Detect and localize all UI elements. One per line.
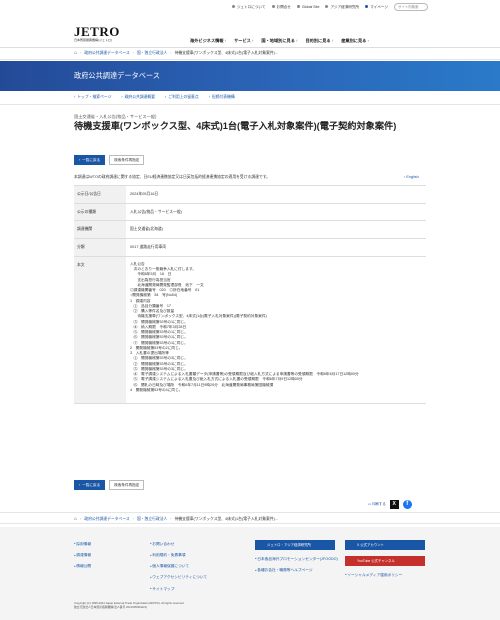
nav-services[interactable]: サービス [234, 38, 253, 43]
banner-title: 政府公共調達データベース [74, 71, 160, 80]
body-text: 入札公告 次のとおり一般競争入札に付します。 令和6年5月 16 日 支出負担行… [130, 261, 359, 392]
subnav-overview[interactable]: 政府公共調達概要 [121, 95, 155, 100]
about-link[interactable]: ジェトロについて [231, 5, 266, 9]
footer-link-sitemap[interactable]: サイトマップ [150, 587, 207, 592]
row-label: 公示日/公告日 [74, 185, 126, 204]
top-button-row: ‹ 一覧に戻る 検索条件再指定 [74, 155, 145, 165]
row-value: 2024年05月16日 [126, 185, 426, 204]
row-value: 入札公告(物品・サービス一般) [126, 202, 426, 222]
breadcrumb-agency[interactable]: 国・独立行政法人 [137, 517, 167, 522]
subnav-notes[interactable]: ご利用上の留意点 [165, 95, 198, 100]
copyright: Copyright (C) 1995-2024 Japan External T… [74, 601, 185, 609]
footer-x-account-button[interactable]: X 公式アカウント [345, 540, 425, 550]
notice-category: 国土交通省・入札公告(物品・サービス一般) [74, 114, 157, 119]
page-title: 待機支援車(ワンボックス型、4床式)1台(電子入札対象案件)(電子契約対象案件) [74, 121, 397, 131]
section-banner: 政府公共調達データベース [0, 61, 500, 91]
back-to-list-button[interactable]: ‹ 一覧に戻る [74, 155, 106, 165]
footer-link-accessibility[interactable]: ウェブアクセシビリティについて [150, 575, 207, 580]
share-row: ▭ 印刷する X f [368, 500, 412, 509]
breadcrumb-bottom: ⌂ › 政府公共調達データベース › 国・独立行政法人 › 待機支援車(ワンボッ… [0, 512, 500, 524]
subnav-top-search[interactable]: トップ・検索ページ [74, 95, 111, 100]
footer-link-help[interactable]: 各種お会社・職務等ヘルプページ [255, 568, 345, 573]
subnav-appendix[interactable]: 但締付表機構 [209, 95, 235, 100]
site-search-input[interactable]: サイト内検索 [394, 3, 428, 11]
site-header: JETRO 日本貿易振興機構(ジェトロ) 海外ビジネス情報 サービス 国・地域別… [0, 14, 500, 48]
mail-icon [271, 5, 275, 9]
table-row: 公示の種類 入札公告(物品・サービス一般) [74, 202, 426, 222]
row-value: 0017 道路走行用車両 [126, 238, 426, 257]
nav-by-purpose[interactable]: 目的別に見る [305, 38, 333, 43]
breadcrumb-current: 待機支援車(ワンボックス型、4床式)1台(電子入札対象案件)... [174, 51, 279, 56]
contact-link[interactable]: お問合せ [271, 5, 291, 9]
back-to-list-button-bottom[interactable]: ‹ 一覧に戻る [74, 480, 106, 490]
breadcrumb-separator: › [170, 51, 172, 56]
search-conditions-button[interactable]: 検索条件再指定 [109, 155, 145, 165]
footer-link-procurement[interactable]: 調達情報 [74, 553, 91, 558]
x-share-icon[interactable]: X [389, 500, 399, 509]
print-link[interactable]: ▭ 印刷する [368, 502, 386, 506]
globe-icon [296, 5, 300, 9]
wto-note: 本調達はWTOの政府調達に関する協定、日EU経済連携協定又は日英包括的経済連携協… [74, 175, 270, 179]
footer-link-recruit[interactable]: 採用情報 [74, 542, 91, 547]
nav-by-industry[interactable]: 産業別に見る [341, 38, 369, 43]
facebook-share-icon[interactable]: f [402, 500, 412, 509]
breadcrumb-current: 待機支援車(ワンボックス型、4床式)1台(電子入札対象案件)... [174, 516, 279, 521]
footer-link-disclosure[interactable]: 情報公開 [74, 564, 91, 569]
row-label: 分類 [74, 238, 126, 257]
footer-col-1: 採用情報 調達情報 情報公開 [74, 542, 91, 569]
nav-by-country[interactable]: 国・地域別に見る [261, 38, 297, 43]
footer-link-privacy[interactable]: 個人情報保護について [150, 564, 207, 569]
footer-link-social-policy[interactable]: ソーシャルメディア運用ポリシー [345, 573, 402, 578]
breadcrumb-database[interactable]: 政府公共調達データベース [84, 517, 129, 522]
site-footer: 採用情報 調達情報 情報公開 お問い合わせ 利用規約・免責事項 個人情報保護につ… [0, 527, 500, 620]
breadcrumb-separator: › [132, 516, 134, 521]
table-row: 分類 0017 道路走行用車両 [74, 238, 426, 257]
breadcrumb-separator: › [80, 51, 82, 56]
section-subnav: トップ・検索ページ 政府公共調達概要 ご利用上の留意点 但締付表機構 [0, 91, 500, 105]
breadcrumb-separator: › [80, 516, 82, 521]
nav-overseas-business[interactable]: 海外ビジネス情報 [190, 38, 226, 43]
utility-bar: ジェトロについて お問合せ Global Site アジア経済研究所 マイページ… [0, 0, 500, 14]
ide-link[interactable]: アジア経済研究所 [325, 5, 359, 9]
info-icon [231, 5, 235, 9]
home-icon[interactable]: ⌂ [74, 50, 77, 56]
table-row: 本文 入札公告 次のとおり一般競争入札に付します。 令和6年5月 16 日 支出… [74, 255, 426, 405]
footer-ide-button[interactable]: ジェトロ・アジア経済研究所 [255, 540, 335, 550]
home-icon[interactable]: ⌂ [74, 516, 77, 522]
breadcrumb-agency[interactable]: 国・独立行政法人 [137, 51, 167, 56]
footer-col-3: 日本食品海外プロモーションセンター(JFOODO) 各種お会社・職務等ヘルプペー… [255, 557, 345, 573]
search-conditions-button-bottom[interactable]: 検索条件再指定 [109, 480, 145, 490]
row-label: 調達機関 [74, 220, 126, 240]
bottom-button-row: ‹ 一覧に戻る 検索条件再指定 [74, 480, 145, 490]
breadcrumb: ⌂ › 政府公共調達データベース › 国・独立行政法人 › 待機支援車(ワンボッ… [0, 48, 500, 60]
table-row: 公示日/公告日 2024年05月16日 [74, 185, 426, 204]
footer-link-jfoodo[interactable]: 日本食品海外プロモーションセンター(JFOODO) [255, 557, 345, 562]
row-label: 公示の種類 [74, 202, 126, 222]
chevron-left-icon: ‹ [79, 483, 81, 487]
english-link[interactable]: English [404, 175, 418, 180]
main-nav: 海外ビジネス情報 サービス 国・地域別に見る 目的別に見る 産業別に見る [190, 38, 369, 43]
breadcrumb-separator: › [132, 51, 134, 56]
footer-col-2: お問い合わせ 利用規約・免責事項 個人情報保護について ウェブアクセシビリティに… [150, 542, 207, 591]
footer-link-contact[interactable]: お問い合わせ [150, 542, 207, 547]
row-value: 国土交通省(北海道) [126, 220, 426, 240]
mypage-link[interactable]: マイページ [365, 5, 388, 9]
footer-link-terms[interactable]: 利用規約・免責事項 [150, 553, 207, 558]
breadcrumb-database[interactable]: 政府公共調達データベース [84, 51, 129, 56]
building-icon [325, 5, 329, 9]
footer-col-4: ソーシャルメディア運用ポリシー [345, 573, 402, 578]
footer-youtube-button[interactable]: YouTube 公式チャンネル [345, 556, 425, 566]
breadcrumb-separator: › [170, 516, 172, 521]
jetro-logo[interactable]: JETRO 日本貿易振興機構(ジェトロ) [74, 25, 120, 43]
chevron-left-icon: ‹ [79, 158, 81, 162]
table-row: 調達機関 国土交通省(北海道) [74, 220, 426, 240]
detail-table: 公示日/公告日 2024年05月16日 公示の種類 入札公告(物品・サービス一般… [74, 185, 426, 405]
global-site-link[interactable]: Global Site [296, 5, 319, 9]
body-label: 本文 [74, 255, 126, 405]
user-icon [365, 5, 369, 9]
